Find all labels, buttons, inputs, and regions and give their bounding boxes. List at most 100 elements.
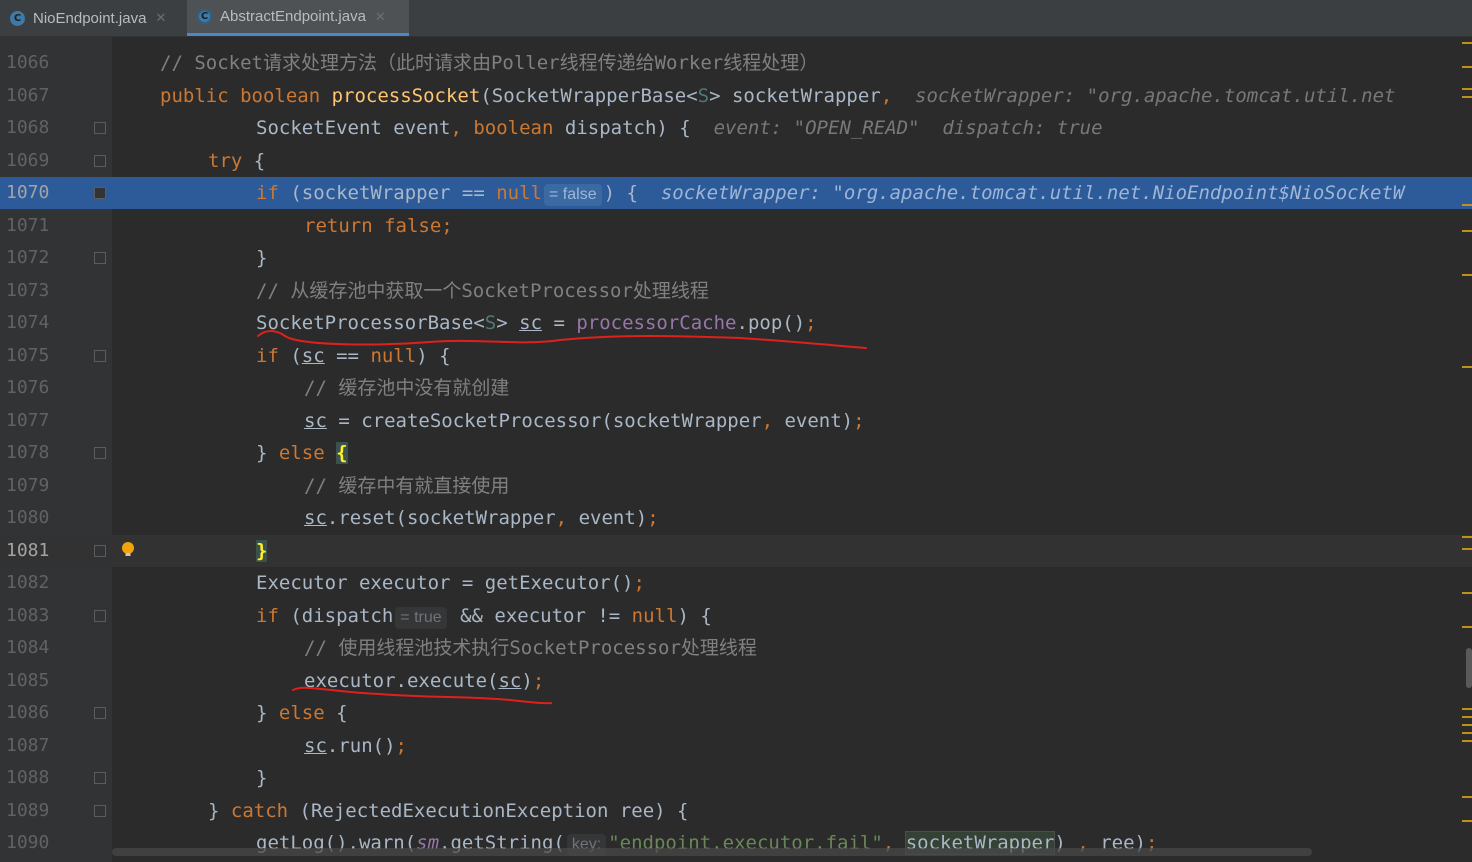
close-icon[interactable]: ✕ [155, 10, 166, 26]
code-text: } catch (RejectedExecutionException ree)… [112, 795, 688, 827]
stripe-mark[interactable] [1462, 592, 1472, 594]
code-line[interactable]: 1066 // Socket请求处理方法（此时请求由Poller线程传递给Wor… [0, 47, 1472, 79]
stripe-mark[interactable] [1462, 204, 1472, 206]
line-number: 1088 [6, 767, 50, 788]
fold-marker-icon[interactable] [94, 545, 106, 557]
fold-marker-icon[interactable] [94, 805, 106, 817]
punct: , [450, 117, 462, 139]
fold-marker-icon[interactable] [94, 772, 106, 784]
code-line[interactable]: 1077 sc = createSocketProcessor(socketWr… [0, 405, 1472, 437]
type-param: S [697, 85, 710, 107]
code-token: ) { [416, 345, 451, 367]
stripe-mark[interactable] [1462, 96, 1472, 98]
stripe-mark[interactable] [1462, 732, 1472, 734]
fold-marker-icon[interactable] [94, 252, 106, 264]
code-token: executor.execute( [304, 670, 499, 692]
fold-marker-icon[interactable] [94, 350, 106, 362]
tab-nioendpoint[interactable]: C NioEndpoint.java ✕ [0, 0, 184, 36]
code-token: (dispatch [278, 605, 394, 627]
code-line[interactable]: 1085 executor.execute(sc); [0, 665, 1472, 697]
stripe-mark[interactable] [1462, 88, 1472, 90]
code-token: } [256, 702, 279, 724]
code-line[interactable]: 1083 if (dispatch = true && executor != n… [0, 600, 1472, 632]
stripe-mark[interactable] [1462, 230, 1472, 232]
keyword: if [256, 345, 279, 367]
code-line[interactable]: 1068 SocketEvent event, boolean dispatch… [0, 112, 1472, 144]
code-line[interactable]: 1067 public boolean processSocket(Socket… [0, 80, 1472, 112]
keyword: return false; [304, 215, 453, 237]
code-line[interactable]: 1071 return false; [0, 210, 1472, 242]
code-text: } [112, 535, 268, 567]
fold-marker-icon[interactable] [94, 122, 106, 134]
keyword: null [370, 345, 417, 367]
code-line[interactable]: 1088 } [0, 762, 1472, 794]
code-token: dispatch) { [564, 117, 691, 139]
code-line[interactable]: 1073 // 从缓存池中获取一个SocketProcessor处理线程 [0, 275, 1472, 307]
code-token: } [256, 442, 279, 464]
fold-marker-icon[interactable] [94, 155, 106, 167]
vertical-scrollbar-thumb[interactable] [1466, 648, 1472, 688]
code-line[interactable]: 1076 // 缓存池中没有就创建 [0, 372, 1472, 404]
stripe-mark[interactable] [1462, 820, 1472, 822]
stripe-mark[interactable] [1462, 366, 1472, 368]
keyword: boolean [461, 117, 565, 139]
variable-sc: sc [304, 735, 327, 757]
comment: // 使用线程池技术执行SocketProcessor处理线程 [304, 637, 757, 659]
code-line[interactable]: 1082 Executor executor = getExecutor(); [0, 567, 1472, 599]
code-text: // 从缓存池中获取一个SocketProcessor处理线程 [112, 275, 709, 307]
code-line[interactable]: 1086 } else { [0, 697, 1472, 729]
close-icon[interactable]: ✕ [375, 9, 386, 25]
editor-tab-bar: C NioEndpoint.java ✕ C AbstractEndpoint.… [0, 0, 1472, 37]
stripe-mark[interactable] [1462, 740, 1472, 742]
current-execution-line[interactable]: 1070 if (socketWrapper == null = false) {… [0, 177, 1472, 209]
keyword: else [278, 702, 325, 724]
line-number: 1089 [6, 800, 50, 821]
code-text: return false; [112, 210, 453, 242]
fold-marker-icon[interactable] [94, 707, 106, 719]
stripe-mark[interactable] [1462, 536, 1472, 538]
code-line[interactable]: 1078 } else { [0, 437, 1472, 469]
code-line[interactable]: 1080 sc.reset(socketWrapper, event); [0, 502, 1472, 534]
code-line[interactable]: 1069 try { [0, 145, 1472, 177]
code-line[interactable]: 1089 } catch (RejectedExecutionException… [0, 795, 1472, 827]
fold-marker-icon[interactable] [94, 447, 106, 459]
keyword: else [278, 442, 325, 464]
code-editor[interactable]: 1066 // Socket请求处理方法（此时请求由Poller线程传递给Wor… [0, 36, 1472, 862]
code-line[interactable]: 1084 // 使用线程池技术执行SocketProcessor处理线程 [0, 632, 1472, 664]
fold-marker-icon[interactable] [94, 610, 106, 622]
stripe-mark[interactable] [1462, 626, 1472, 628]
tab-abstractendpoint[interactable]: C AbstractEndpoint.java ✕ [187, 0, 409, 36]
code-token: { [324, 702, 348, 724]
code-line[interactable]: 1075 if (sc == null) { [0, 340, 1472, 372]
fold-marker-icon[interactable] [94, 187, 106, 199]
code-token: = [542, 312, 577, 334]
line-number: 1086 [6, 702, 50, 723]
stripe-mark[interactable] [1462, 708, 1472, 710]
code-token: event) [773, 410, 854, 432]
code-line[interactable]: 1079 // 缓存中有就直接使用 [0, 470, 1472, 502]
inline-value-hint: = true [395, 607, 447, 629]
class-icon: C [10, 10, 25, 26]
horizontal-scrollbar-thumb[interactable] [112, 848, 1312, 856]
keyword: try [208, 150, 243, 172]
punct: ; [395, 735, 407, 757]
code-line[interactable]: 1072 } [0, 242, 1472, 274]
code-line[interactable]: 1074 SocketProcessorBase<S> sc = process… [0, 307, 1472, 339]
stripe-mark[interactable] [1462, 274, 1472, 276]
error-stripe[interactable] [1460, 36, 1472, 862]
line-number: 1079 [6, 475, 50, 496]
stripe-mark[interactable] [1462, 42, 1472, 44]
code-token: .pop() [736, 312, 806, 334]
stripe-mark[interactable] [1462, 716, 1472, 718]
line-number: 1076 [6, 377, 50, 398]
stripe-mark[interactable] [1462, 66, 1472, 68]
stripe-mark[interactable] [1462, 796, 1472, 798]
stripe-mark[interactable] [1462, 548, 1472, 550]
code-text: // Socket请求处理方法（此时请求由Poller线程传递给Worker线程… [112, 47, 818, 79]
stripe-mark[interactable] [1462, 724, 1472, 726]
code-text: try { [112, 145, 265, 177]
caret-line[interactable]: 1081 } [0, 535, 1472, 567]
punct: ; [805, 312, 817, 334]
punct: , [555, 507, 568, 529]
code-line[interactable]: 1087 sc.run(); [0, 730, 1472, 762]
